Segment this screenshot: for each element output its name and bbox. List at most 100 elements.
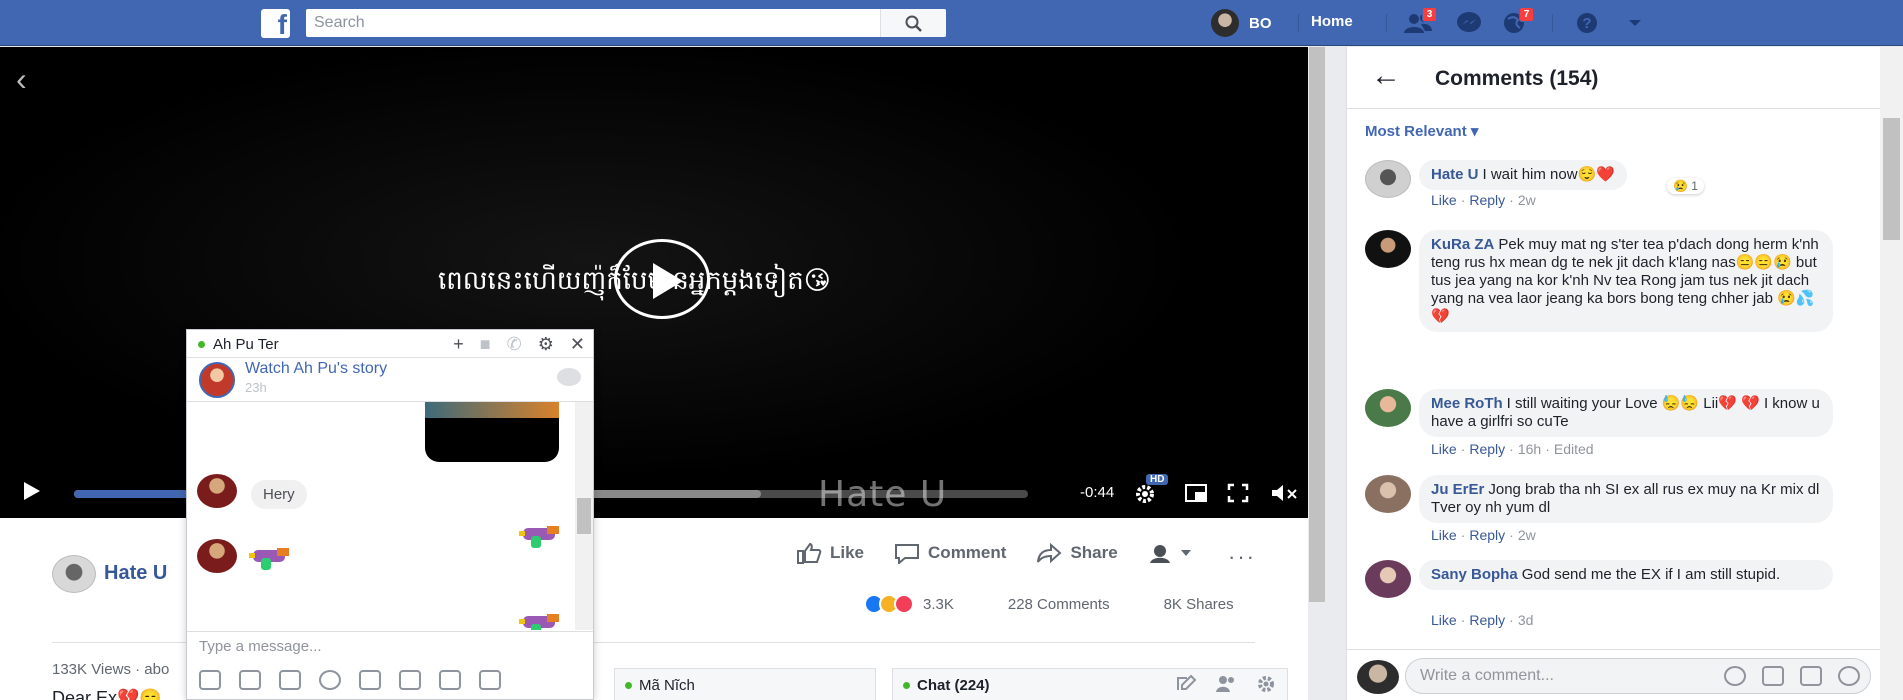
facebook-logo[interactable]: f <box>261 9 290 40</box>
chat-scrollbar-thumb[interactable] <box>577 498 591 534</box>
attachment-icon[interactable] <box>359 670 381 690</box>
comment-author[interactable]: KuRa ZA <box>1431 236 1494 253</box>
reply-link[interactable]: Reply <box>1469 441 1505 457</box>
emoji-icon[interactable] <box>1724 666 1746 686</box>
settings-button[interactable]: HD <box>1134 474 1169 504</box>
like-button[interactable]: Like <box>796 542 864 564</box>
like-link[interactable]: Like <box>1431 192 1457 208</box>
gif-icon[interactable] <box>1800 666 1822 686</box>
avatar[interactable] <box>1365 475 1411 513</box>
avatar[interactable] <box>1365 389 1411 427</box>
table-icon[interactable] <box>479 670 501 690</box>
audience-selector[interactable] <box>1148 542 1200 564</box>
comment-reactions[interactable]: 😢 1 <box>1667 178 1704 194</box>
comment-time[interactable]: 16h <box>1518 441 1541 457</box>
comment-bubble: KuRa ZA Pek muy mat ng s'ter tea p'dach d… <box>1419 230 1833 332</box>
comment-author[interactable]: Sany Bopha <box>1431 566 1518 583</box>
account-menu-button[interactable] <box>1620 11 1650 35</box>
avatar[interactable] <box>1365 230 1411 268</box>
close-icon[interactable]: ✕ <box>570 334 585 354</box>
comments-count-link[interactable]: 228 Comments <box>1008 596 1110 613</box>
post-description: Dear Ex💔😑 <box>52 688 162 700</box>
compose-icon[interactable] <box>1175 674 1197 694</box>
chat-sidebar-tab[interactable]: Chat (224) <box>892 668 1288 700</box>
notifications-button[interactable]: 7 <box>1500 7 1534 35</box>
story-link[interactable]: Watch Ah Pu's story <box>245 360 387 378</box>
nav-divider <box>1386 14 1387 32</box>
post-author-link[interactable]: Hate U <box>104 562 167 585</box>
more-options-button[interactable]: ··· <box>1228 544 1256 570</box>
chat-window: Ah Pu Ter + ■ ✆ ⚙ ✕ Watch Ah Pu's story … <box>186 329 594 700</box>
video-call-icon[interactable]: ■ <box>480 334 491 354</box>
comments-scrollbar-thumb[interactable] <box>1883 118 1900 240</box>
avatar <box>1357 660 1399 694</box>
sticker-icon[interactable] <box>1838 666 1860 686</box>
gear-icon[interactable] <box>1255 674 1277 694</box>
gif-icon[interactable] <box>279 670 301 690</box>
phone-icon[interactable]: ✆ <box>507 334 522 354</box>
share-label: Share <box>1070 543 1118 562</box>
like-link[interactable]: Like <box>1431 527 1457 543</box>
comments-title: Comments (154) <box>1435 67 1599 90</box>
arrow-left-icon[interactable]: ← <box>1371 59 1401 93</box>
like-link[interactable]: Like <box>1431 441 1457 457</box>
comment-author[interactable]: Mee RoTh <box>1431 395 1503 412</box>
friend-requests-button[interactable]: 3 <box>1403 7 1437 35</box>
play-overlay-button[interactable] <box>614 239 710 319</box>
sort-dropdown[interactable]: Most Relevant ▾ <box>1365 122 1478 140</box>
comment-author[interactable]: Ju ErEr <box>1431 481 1484 498</box>
like-label: Like <box>830 543 865 562</box>
share-button[interactable]: Share <box>1036 542 1118 564</box>
photo-icon[interactable] <box>199 670 221 690</box>
reply-link[interactable]: Reply <box>1469 527 1505 543</box>
reaction-count[interactable]: 3.3K <box>923 596 954 613</box>
avatar <box>1211 9 1239 37</box>
link-icon[interactable] <box>399 670 421 690</box>
comment-input[interactable] <box>1406 659 1706 693</box>
add-people-icon[interactable]: + <box>453 334 464 354</box>
reply-link[interactable]: Reply <box>1469 612 1505 628</box>
pip-button[interactable] <box>1184 482 1208 504</box>
camera-icon[interactable] <box>439 670 461 690</box>
help-button[interactable]: ? <box>1572 11 1602 35</box>
chat-header[interactable]: Ah Pu Ter + ■ ✆ ⚙ ✕ <box>187 330 593 358</box>
love-reaction-icon[interactable] <box>894 594 914 614</box>
sticker-icon[interactable] <box>239 670 261 690</box>
camera-icon[interactable] <box>1762 666 1784 686</box>
comment-button[interactable]: Comment <box>894 542 1006 564</box>
shared-image[interactable] <box>425 402 559 462</box>
play-icon[interactable] <box>24 482 40 500</box>
chat-tab-contact[interactable]: Mã Nĩch <box>614 668 876 700</box>
comment-time[interactable]: 2w <box>1518 192 1536 208</box>
new-group-icon[interactable] <box>1215 674 1237 694</box>
time-remaining: -0:44 <box>1080 484 1115 501</box>
comment-input-wrapper <box>1405 658 1871 694</box>
online-indicator <box>903 682 910 689</box>
search-icon <box>905 15 922 32</box>
search-button[interactable] <box>880 9 946 37</box>
mute-button[interactable] <box>1270 482 1304 504</box>
nav-home-link[interactable]: Home <box>1311 13 1353 30</box>
gear-icon[interactable]: ⚙ <box>538 334 554 354</box>
avatar[interactable] <box>52 555 96 593</box>
chevron-left-icon[interactable]: ‹ <box>16 61 27 98</box>
fullscreen-button[interactable] <box>1226 482 1250 504</box>
comment-time[interactable]: 3d <box>1518 612 1534 628</box>
emoji-icon[interactable] <box>319 670 341 690</box>
nav-profile-link[interactable]: BO <box>1211 9 1272 37</box>
avatar[interactable] <box>1365 560 1411 598</box>
page-scrollbar-thumb[interactable] <box>1309 47 1325 602</box>
chat-tab-label: Mã Nĩch <box>639 677 695 694</box>
messages-button[interactable] <box>1454 11 1484 35</box>
reply-link[interactable]: Reply <box>1469 192 1505 208</box>
chat-message-input[interactable] <box>187 632 567 660</box>
comment-author[interactable]: Hate U <box>1431 166 1479 183</box>
story-banner[interactable]: Watch Ah Pu's story 23h <box>187 358 593 402</box>
shares-count-link[interactable]: 8K Shares <box>1164 596 1234 613</box>
comment-time[interactable]: 2w <box>1518 527 1536 543</box>
edited-label[interactable]: Edited <box>1554 441 1594 457</box>
avatar[interactable] <box>1365 160 1411 198</box>
chat-contact-name[interactable]: Ah Pu Ter <box>213 336 279 353</box>
like-link[interactable]: Like <box>1431 612 1457 628</box>
search-input[interactable] <box>306 9 876 37</box>
